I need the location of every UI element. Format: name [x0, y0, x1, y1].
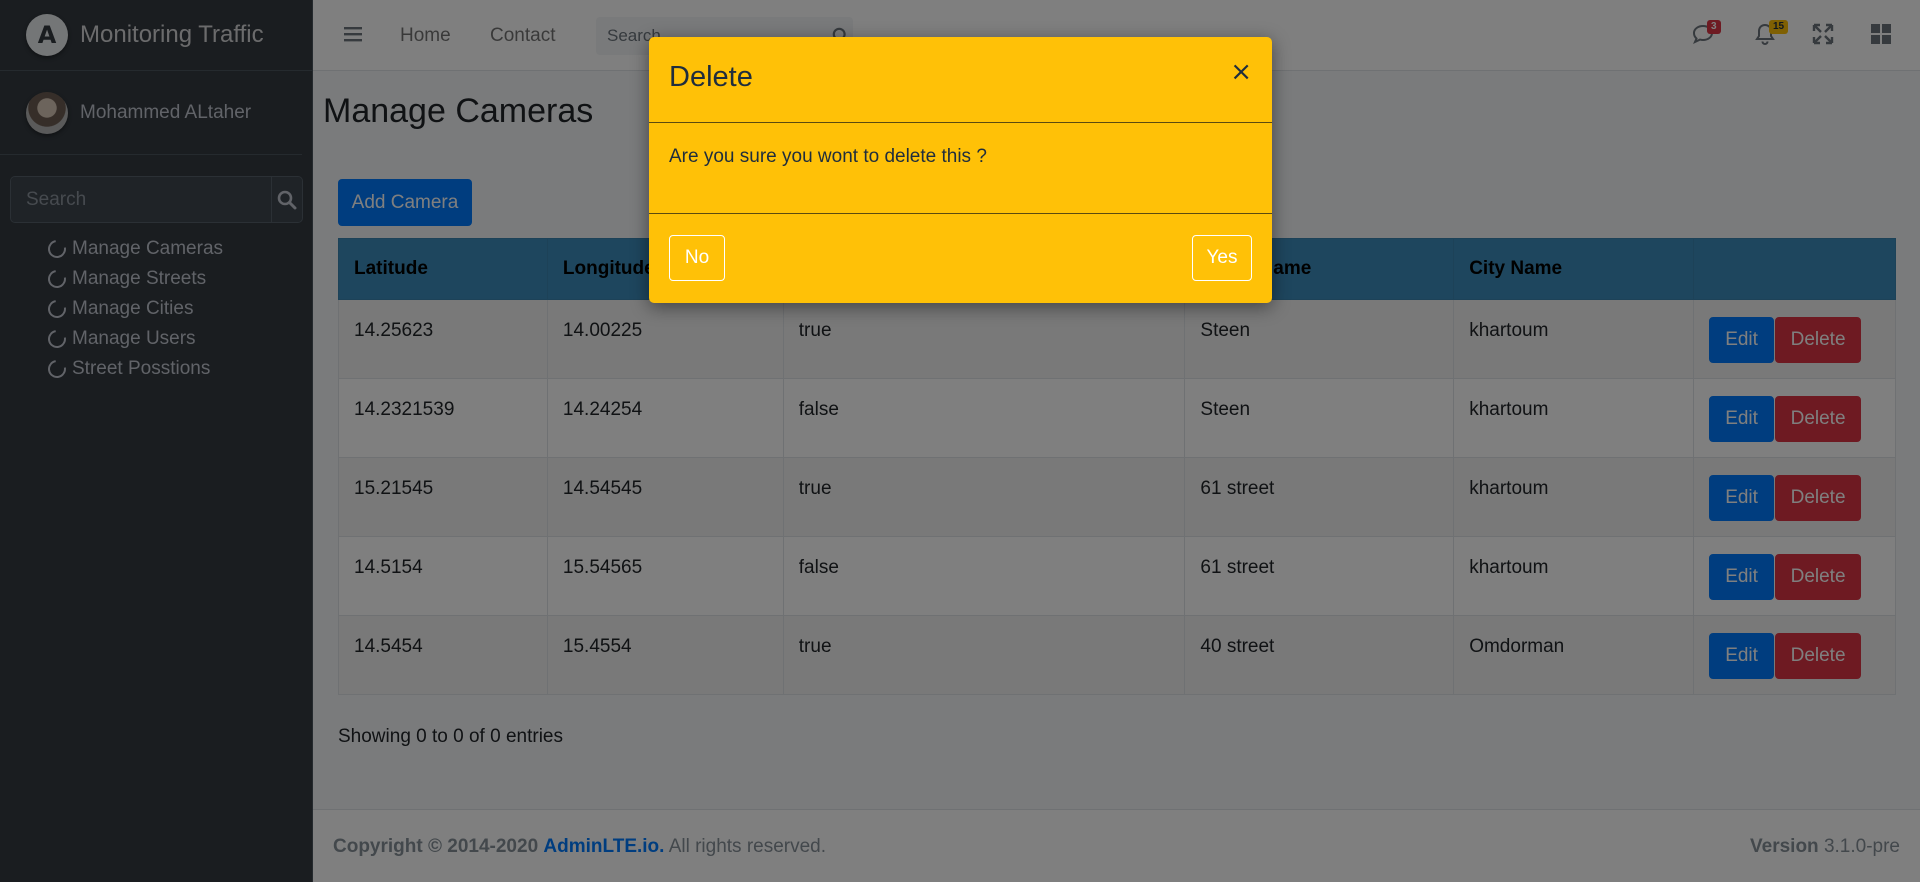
modal-header: Delete × [649, 37, 1272, 123]
close-icon[interactable]: × [1230, 57, 1252, 87]
modal-footer: No Yes [649, 214, 1272, 302]
yes-button[interactable]: Yes [1192, 235, 1252, 281]
modal-body: Are you sure you wont to delete this ? [649, 123, 1272, 214]
modal-title: Delete [669, 61, 753, 93]
modal-message: Are you sure you wont to delete this ? [669, 146, 987, 167]
no-button[interactable]: No [669, 235, 725, 281]
delete-modal: Delete × Are you sure you wont to delete… [649, 37, 1272, 303]
